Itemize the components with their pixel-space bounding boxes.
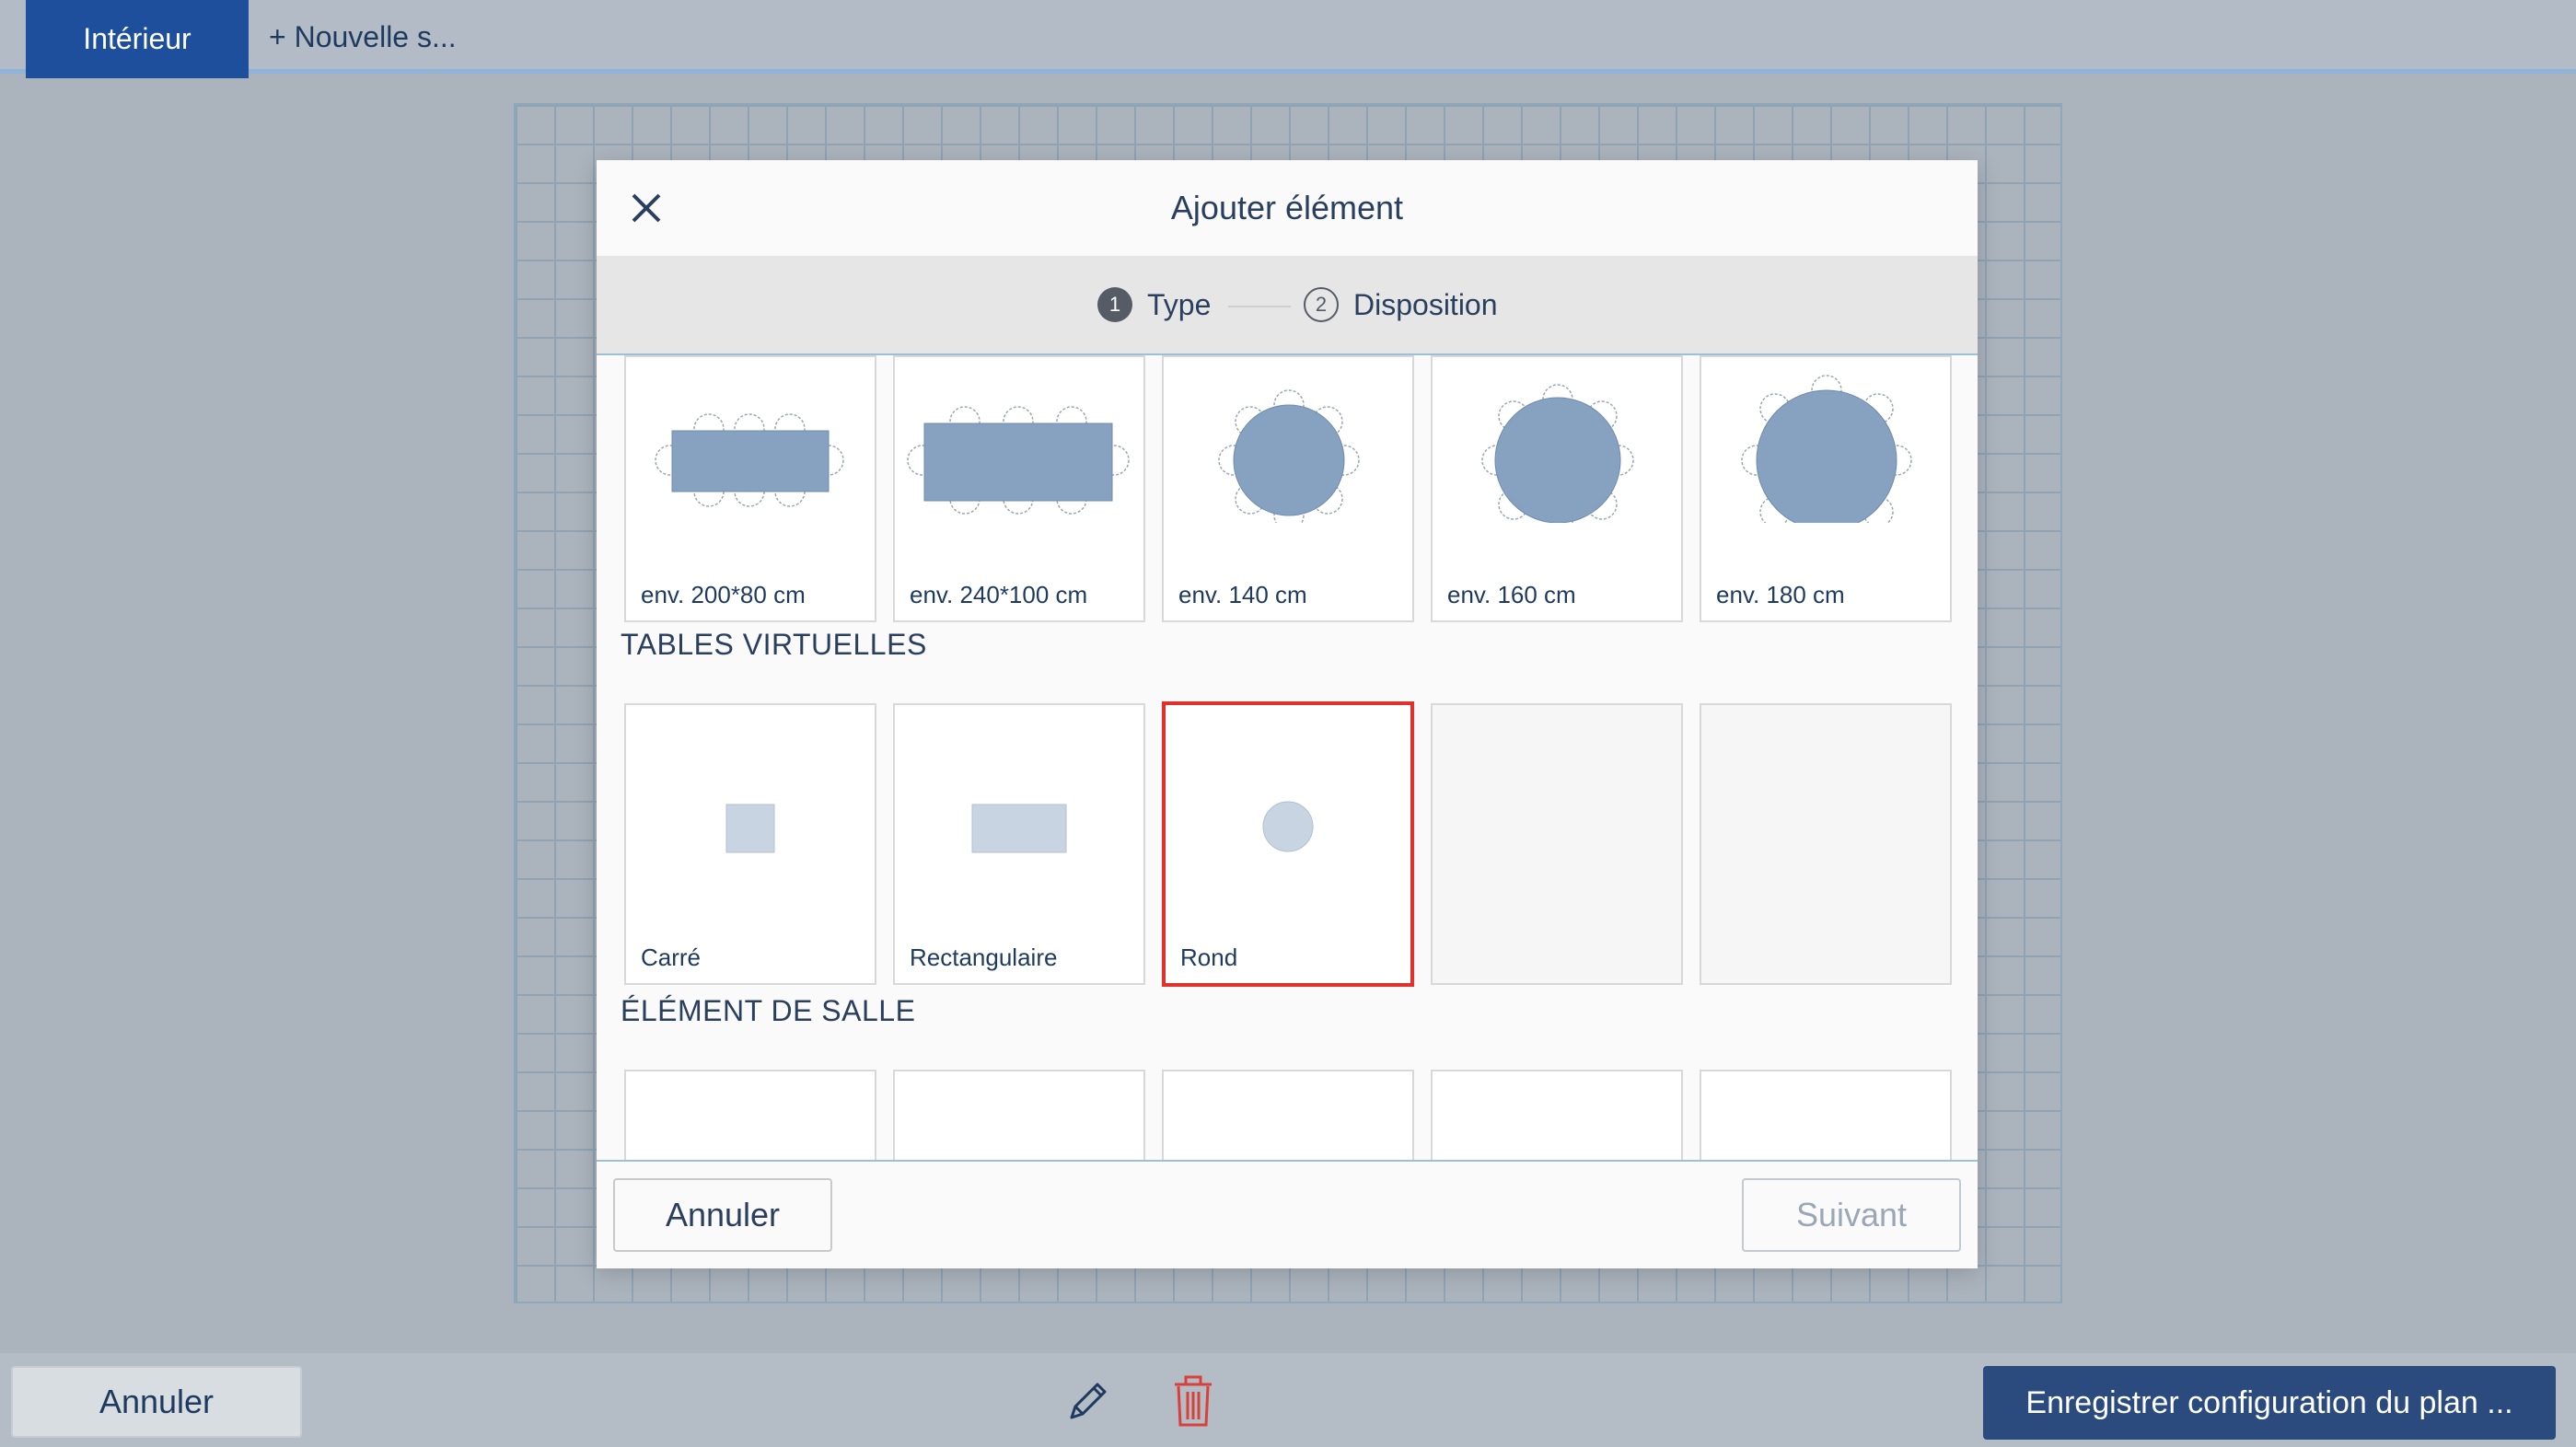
card-label: Rond — [1180, 943, 1238, 971]
section-title-virtual-tables: TABLES VIRTUELLES — [621, 628, 927, 661]
room-element-card[interactable] — [893, 1070, 1145, 1160]
round-table-10-seats-icon — [1481, 384, 1634, 523]
round-table-icon — [1262, 801, 1314, 852]
table-card-160[interactable]: env. 160 cm — [1431, 355, 1683, 622]
card-label: env. 240*100 cm — [910, 581, 1088, 608]
new-room-tab[interactable]: + Nouvelle s... — [269, 0, 457, 74]
plan-cancel-button[interactable]: Annuler — [11, 1366, 302, 1438]
virtual-card-rectangular[interactable]: Rectangulaire — [893, 703, 1145, 985]
dialog-title: Ajouter élément — [1170, 189, 1404, 226]
table-card-140[interactable]: env. 140 cm — [1162, 355, 1414, 622]
card-label: Carré — [641, 943, 702, 971]
card-label: Rectangulaire — [910, 943, 1058, 971]
card-label: env. 200*80 cm — [641, 581, 806, 608]
virtual-card-square[interactable]: Carré — [624, 703, 876, 985]
room-element-card[interactable] — [624, 1070, 876, 1160]
step-type: 1 Type — [1097, 256, 1211, 353]
empty-card-slot — [1700, 703, 1952, 985]
virtual-card-round[interactable]: Rond — [1162, 701, 1414, 987]
card-label: env. 160 cm — [1447, 581, 1576, 608]
step-label: Type — [1147, 287, 1212, 321]
add-element-dialog: Ajouter élément 1 Type 2 Disposition env… — [597, 160, 1978, 1268]
pencil-icon[interactable] — [1062, 1375, 1114, 1427]
section-title-room-elements: ÉLÉMENT DE SALLE — [621, 994, 916, 1027]
close-icon[interactable] — [624, 186, 668, 230]
bottom-toolbar: Annuler Enregistrer configuration du pla… — [0, 1353, 2576, 1447]
card-label: env. 180 cm — [1716, 581, 1845, 608]
round-table-8-seats-icon — [1218, 389, 1360, 523]
table-card-240x100[interactable]: env. 240*100 cm — [893, 355, 1145, 622]
step-disposition: 2 Disposition — [1304, 256, 1498, 353]
round-table-12-seats-icon — [1741, 375, 1912, 523]
step-number: 2 — [1304, 287, 1339, 322]
dialog-header: Ajouter élément — [597, 160, 1978, 258]
table-card-180[interactable]: env. 180 cm — [1700, 355, 1952, 622]
step-label: Disposition — [1353, 287, 1498, 321]
trash-icon[interactable] — [1167, 1373, 1219, 1429]
table-card-200x80[interactable]: env. 200*80 cm — [624, 355, 876, 622]
step-number: 1 — [1097, 287, 1132, 322]
room-element-card[interactable] — [1431, 1070, 1683, 1160]
room-tab-bar: Intérieur + Nouvelle s... — [0, 0, 2576, 78]
tab-interieur[interactable]: Intérieur — [26, 0, 249, 78]
room-element-card[interactable] — [1162, 1070, 1414, 1160]
dialog-cancel-button[interactable]: Annuler — [613, 1178, 832, 1252]
rectangular-table-icon — [971, 804, 1067, 853]
empty-card-slot — [1431, 703, 1683, 985]
rect-table-8-seats-icon — [655, 413, 844, 507]
save-plan-button[interactable]: Enregistrer configuration du plan ... — [1983, 1366, 2556, 1440]
dialog-next-button[interactable]: Suivant — [1742, 1178, 1961, 1252]
rect-table-10-seats-icon — [907, 406, 1130, 515]
dialog-footer: Annuler Suivant — [597, 1160, 1978, 1268]
square-table-icon — [725, 804, 775, 853]
card-label: env. 140 cm — [1178, 581, 1307, 608]
element-type-list[interactable]: env. 200*80 cm env. 240*100 cm env. 140 … — [597, 355, 1978, 1160]
room-element-card[interactable] — [1700, 1070, 1952, 1160]
step-connector — [1228, 306, 1291, 307]
